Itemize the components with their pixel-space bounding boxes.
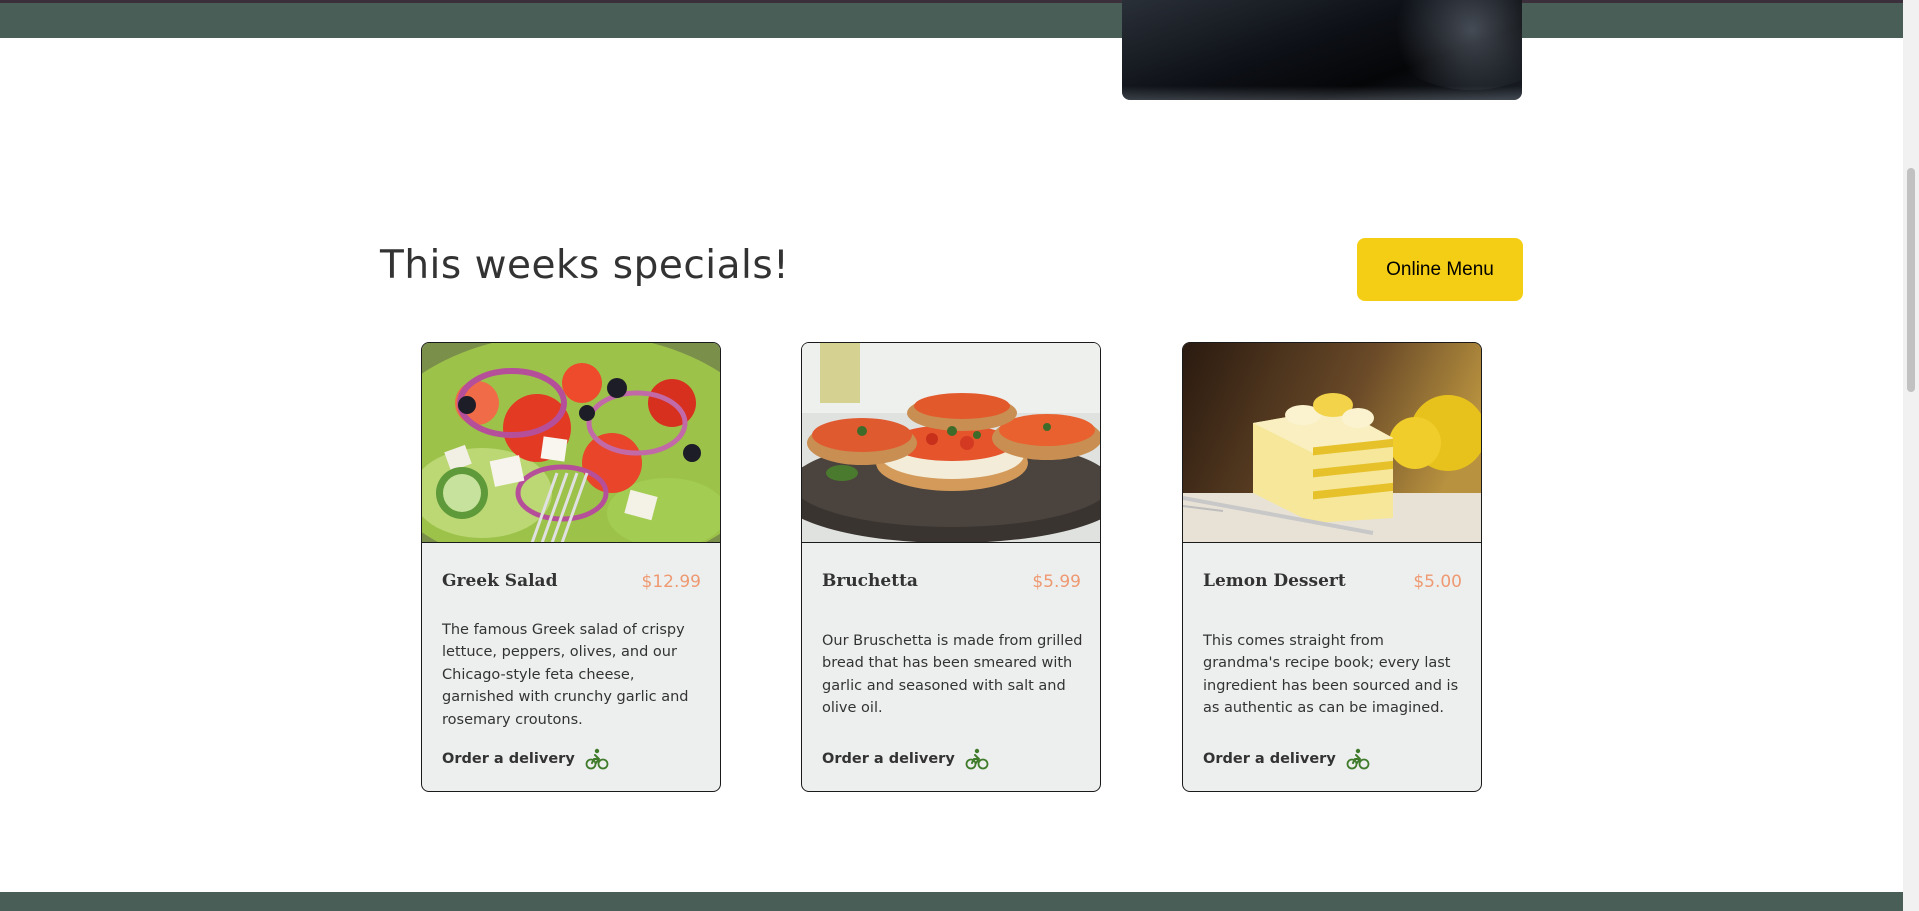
card-description: The famous Greek salad of crispy lettuce… (442, 622, 689, 728)
scrollbar-thumb[interactable] (1907, 168, 1915, 392)
bicycle-icon (1346, 748, 1370, 770)
hero-image (1122, 0, 1522, 100)
card-title: Lemon Dessert (1203, 571, 1346, 591)
order-delivery-label: Order a delivery (442, 751, 575, 767)
header-band (0, 0, 1903, 38)
special-card-lemon-dessert: Lemon Dessert $5.00 This comes straight … (1182, 342, 1482, 792)
order-delivery-label: Order a delivery (1203, 751, 1336, 767)
order-delivery-link[interactable]: Order a delivery (822, 748, 989, 770)
hero-image-highlight (1382, 0, 1522, 90)
specials-title: This weeks specials! (380, 243, 790, 288)
online-menu-button[interactable]: Online Menu (1357, 238, 1523, 301)
special-card-bruchetta: Bruchetta $5.99 Our Bruschetta is made f… (801, 342, 1101, 792)
footer-band (0, 892, 1903, 911)
card-description: Our Bruschetta is made from grilled brea… (822, 633, 1083, 717)
hero-image-edge (1122, 86, 1522, 100)
lemon-dessert-image (1183, 343, 1481, 543)
card-price: $5.00 (1413, 572, 1462, 592)
card-price: $5.99 (1032, 572, 1081, 592)
card-price: $12.99 (641, 572, 701, 592)
order-delivery-link[interactable]: Order a delivery (442, 748, 609, 770)
card-title: Bruchetta (822, 571, 918, 591)
bicycle-icon (585, 748, 609, 770)
order-delivery-link[interactable]: Order a delivery (1203, 748, 1370, 770)
greek-salad-image (422, 343, 720, 543)
bruchetta-image (802, 343, 1100, 543)
card-description: This comes straight from grandma's recip… (1203, 633, 1459, 717)
bicycle-icon (965, 748, 989, 770)
special-card-greek-salad: Greek Salad $12.99 The famous Greek sala… (421, 342, 721, 792)
order-delivery-label: Order a delivery (822, 751, 955, 767)
card-title: Greek Salad (442, 571, 558, 591)
vertical-scrollbar[interactable] (1903, 0, 1919, 911)
